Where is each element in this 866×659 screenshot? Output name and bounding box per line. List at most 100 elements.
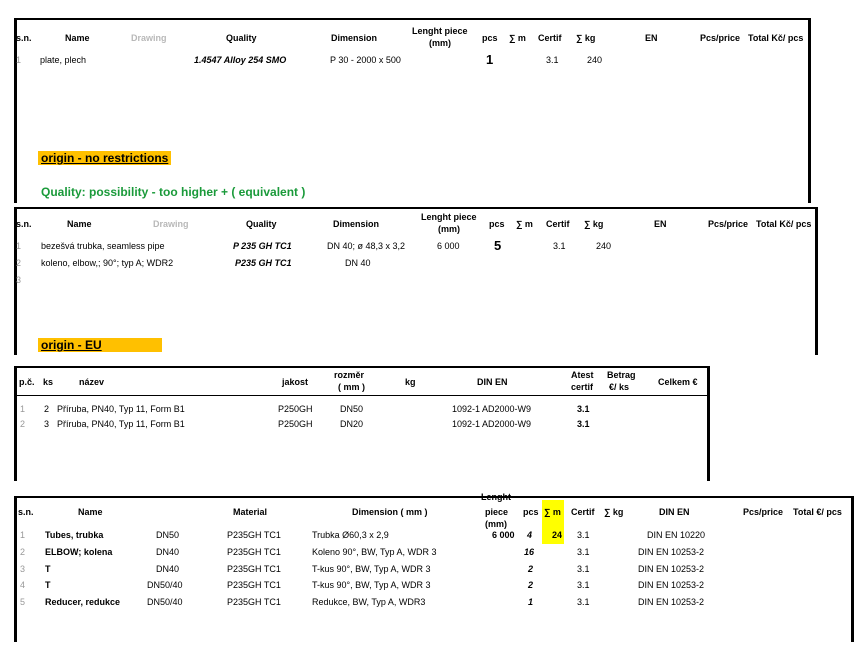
t3-header-pc: p.č. — [19, 377, 35, 387]
t2-row1-quality: P 235 GH TC1 — [233, 241, 292, 251]
t1-row1-sn: 1 — [16, 55, 22, 65]
t4-row5-sn: 5 — [20, 597, 26, 607]
t3-row1-rozmer: DN50 — [340, 404, 364, 414]
table1-right-border — [808, 18, 811, 203]
t4-row3-name: T — [45, 564, 51, 574]
t2-header-length-unit: (mm) — [438, 224, 460, 234]
t1-header-quality: Quality — [226, 33, 257, 43]
t3-row2-din-en: 1092-1 AD2000-W9 — [452, 419, 532, 429]
t1-row1-certif: 3.1 — [546, 55, 559, 65]
t4-row1-pcs: 4 — [527, 530, 533, 540]
t4-row2-din-en: DIN EN 10253-2 — [638, 547, 705, 557]
t1-row1-pcs: 1 — [486, 52, 494, 67]
t4-header-pcs: pcs — [523, 507, 539, 517]
t3-header-din-en: DIN EN — [477, 377, 508, 387]
t1-header-pcs-price: Pcs/price — [700, 33, 741, 43]
t2-row2-name: koleno, elbow,; 90°; typ A; WDR2 — [41, 258, 174, 268]
t3-row1-certif: 3.1 — [577, 404, 590, 414]
t4-row3-sn: 3 — [20, 564, 26, 574]
t2-header-pcs: pcs — [489, 219, 505, 229]
t2-header-quality: Quality — [246, 219, 277, 229]
t1-header-pcs: pcs — [482, 33, 498, 43]
t1-header-certif: Certif — [538, 33, 562, 43]
t1-header-sum-m: ∑ m — [509, 33, 526, 43]
t1-header-total: Total Kč/ pcs — [748, 33, 804, 43]
t4-row5-certif: 3.1 — [577, 597, 590, 607]
t2-header-sum-kg: ∑ kg — [584, 219, 604, 229]
t1-row1-kg: 240 — [587, 55, 603, 65]
t4-row1-length: 6 000 — [492, 530, 515, 540]
table1-left-border — [14, 18, 17, 203]
t1-header-length-unit: (mm) — [429, 38, 451, 48]
t1-header-sn: s.n. — [16, 33, 32, 43]
t4-row5-material: P235GH TC1 — [227, 597, 281, 607]
t4-row4-dimension: T-kus 90°, BW, Typ A, WDR 3 — [312, 580, 431, 590]
t4-header-sum-m: ∑ m — [544, 507, 561, 517]
t4-header-name: Name — [78, 507, 103, 517]
t3-row2-jakost: P250GH — [278, 419, 313, 429]
t4-row5-name: Reducer, redukce — [45, 597, 121, 607]
table3-left-border — [14, 366, 17, 481]
t4-row3-material: P235GH TC1 — [227, 564, 281, 574]
t4-row1-sum-m: 24 — [552, 530, 563, 540]
t4-header-din-en: DIN EN — [659, 507, 690, 517]
t4-row2-sn: 2 — [20, 547, 26, 557]
t4-row1-name: Tubes, trubka — [45, 530, 104, 540]
t4-row4-dn: DN50/40 — [147, 580, 183, 590]
quality-possibility-note: Quality: possibility - too higher + ( eq… — [41, 185, 306, 199]
t3-row2-pc: 2 — [20, 419, 26, 429]
origin-eu-note: origin - EU — [38, 338, 162, 352]
t2-header-name: Name — [67, 219, 92, 229]
t1-row1-dimension: P 30 - 2000 x 500 — [330, 55, 401, 65]
t2-header-dimension: Dimension — [333, 219, 380, 229]
t3-row2-nazev: Příruba, PN40, Typ 11, Form B1 — [57, 419, 185, 429]
t3-row1-din-en: 1092-1 AD2000-W9 — [452, 404, 532, 414]
t3-row2-rozmer: DN20 — [340, 419, 364, 429]
t2-header-en: EN — [654, 219, 667, 229]
t4-header-sn: s.n. — [18, 507, 34, 517]
t2-header-length: Lenght piece — [421, 212, 477, 222]
t4-row3-din-en: DIN EN 10253-2 — [638, 564, 705, 574]
t1-row1-name: plate, plech — [40, 55, 87, 65]
t4-row4-name: T — [45, 580, 51, 590]
t4-header-length: Lenght — [481, 492, 511, 502]
t4-row3-dimension: T-kus 90°, BW, Typ A, WDR 3 — [312, 564, 431, 574]
t3-row2-certif: 3.1 — [577, 419, 590, 429]
t4-row4-material: P235GH TC1 — [227, 580, 281, 590]
t1-header-dimension: Dimension — [331, 33, 378, 43]
t4-row1-dn: DN50 — [156, 530, 180, 540]
table4-top-border — [14, 496, 853, 498]
t2-row1-certif: 3.1 — [553, 241, 566, 251]
t2-header-certif: Certif — [546, 219, 570, 229]
t4-row3-certif: 3.1 — [577, 564, 590, 574]
t4-header-sum-kg: ∑ kg — [604, 507, 624, 517]
t3-row1-ks: 2 — [44, 404, 50, 414]
t3-header-nazev: název — [79, 377, 105, 387]
t4-row2-pcs: 16 — [524, 547, 535, 557]
t2-header-drawing: Drawing — [153, 219, 189, 229]
table2-top-border — [14, 207, 817, 209]
table2-right-border — [815, 207, 818, 355]
t3-header-certif: certif — [571, 382, 594, 392]
t4-header-total: Total €/ pcs — [793, 507, 842, 517]
t1-header-sum-kg: ∑ kg — [576, 33, 596, 43]
t4-row4-sn: 4 — [20, 580, 26, 590]
t4-header-piece: piece — [485, 507, 509, 517]
table4-right-border — [851, 496, 854, 642]
t2-row1-name: bezešvá trubka, seamless pipe — [41, 241, 165, 251]
t2-row2-quality: P235 GH TC1 — [235, 258, 292, 268]
t4-row4-certif: 3.1 — [577, 580, 590, 590]
t4-row2-dimension: Koleno 90°, BW, Typ A, WDR 3 — [312, 547, 437, 557]
t1-header-drawing: Drawing — [131, 33, 167, 43]
t4-header-length-unit: (mm) — [485, 519, 507, 529]
t2-row2-sn: 2 — [16, 258, 22, 268]
t4-row2-dn: DN40 — [156, 547, 180, 557]
t4-row1-dimension: Trubka Ø60,3 x 2,9 — [312, 530, 389, 540]
t3-row1-nazev: Příruba, PN40, Typ 11, Form B1 — [57, 404, 185, 414]
t4-row5-pcs: 1 — [528, 597, 534, 607]
t4-row5-din-en: DIN EN 10253-2 — [638, 597, 705, 607]
t2-header-total: Total Kč/ pcs — [756, 219, 812, 229]
t4-row3-dn: DN40 — [156, 564, 180, 574]
t1-header-length: Lenght piece — [412, 26, 468, 36]
t2-row1-pcs: 5 — [494, 238, 502, 253]
